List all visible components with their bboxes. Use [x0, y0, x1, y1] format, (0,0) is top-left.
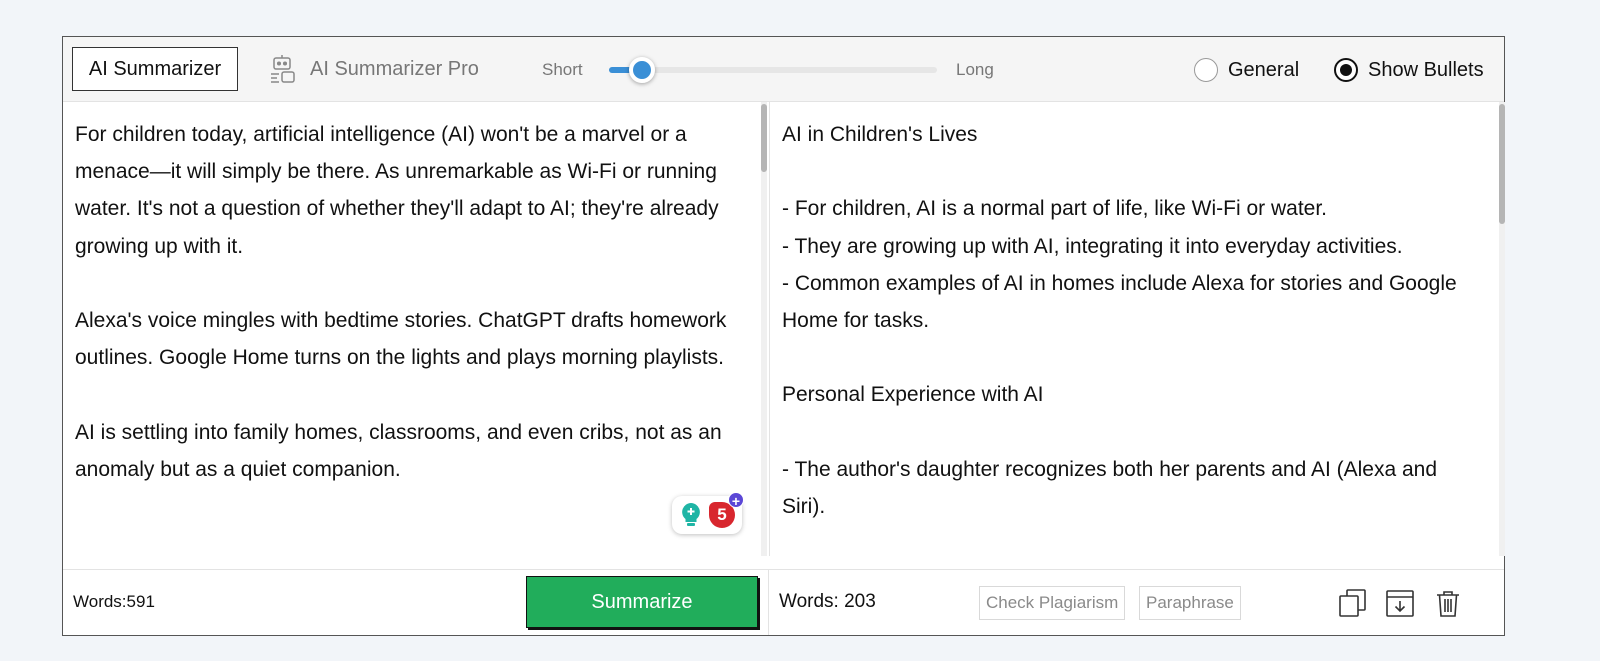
radio-checked-icon	[1334, 58, 1358, 82]
input-pane[interactable]: For children today, artificial intellige…	[63, 102, 768, 556]
slider-thumb[interactable]	[629, 57, 655, 83]
footer-bar: Words:591 Summarize Words: 203 Check Pla…	[63, 569, 1504, 635]
grammar-extension-badge[interactable]: 5 +	[672, 492, 744, 534]
paraphrase-button[interactable]: Paraphrase	[1139, 586, 1241, 620]
mode-bullets-radio[interactable]: Show Bullets	[1334, 57, 1484, 83]
length-long-label: Long	[956, 60, 994, 79]
mode-general-label: General	[1228, 58, 1300, 81]
input-scrollbar[interactable]	[761, 102, 767, 556]
download-icon[interactable]	[1384, 587, 1416, 619]
extension-plus-icon: +	[728, 492, 744, 509]
mode-general-radio[interactable]: General	[1194, 57, 1299, 83]
slider-track	[609, 67, 937, 73]
length-slider[interactable]	[609, 57, 937, 83]
radio-unchecked-icon	[1194, 58, 1218, 82]
output-pane: AI in Children's Lives - For children, A…	[769, 102, 1505, 556]
length-short-label: Short	[542, 60, 583, 79]
check-plagiarism-button[interactable]: Check Plagiarism	[979, 586, 1126, 620]
input-scrollbar-thumb[interactable]	[761, 104, 767, 172]
mode-bullets-label: Show Bullets	[1368, 58, 1484, 81]
trash-icon[interactable]	[1432, 587, 1464, 619]
lightbulb-icon	[680, 502, 702, 528]
summarizer-app: AI Summarizer AI Summarizer Pro Short Lo…	[62, 36, 1505, 636]
summarize-button[interactable]: Summarize	[526, 576, 758, 628]
tab-pro-label: AI Summarizer Pro	[310, 57, 479, 80]
input-text[interactable]: For children today, artificial intellige…	[63, 102, 768, 488]
footer-divider	[768, 570, 769, 635]
toolbar: AI Summarizer AI Summarizer Pro Short Lo…	[63, 37, 1504, 102]
output-text: AI in Children's Lives - For children, A…	[782, 123, 1457, 519]
output-scrollbar-thumb[interactable]	[1499, 104, 1505, 224]
robot-icon	[268, 54, 298, 84]
tab-ai-summarizer-pro[interactable]: AI Summarizer Pro	[268, 47, 479, 91]
output-scrollbar[interactable]	[1499, 102, 1505, 556]
output-word-count: Words: 203	[779, 591, 876, 612]
input-word-count: Words:591	[73, 592, 155, 611]
tab-ai-summarizer[interactable]: AI Summarizer	[72, 47, 238, 91]
copy-icon[interactable]	[1337, 587, 1369, 619]
